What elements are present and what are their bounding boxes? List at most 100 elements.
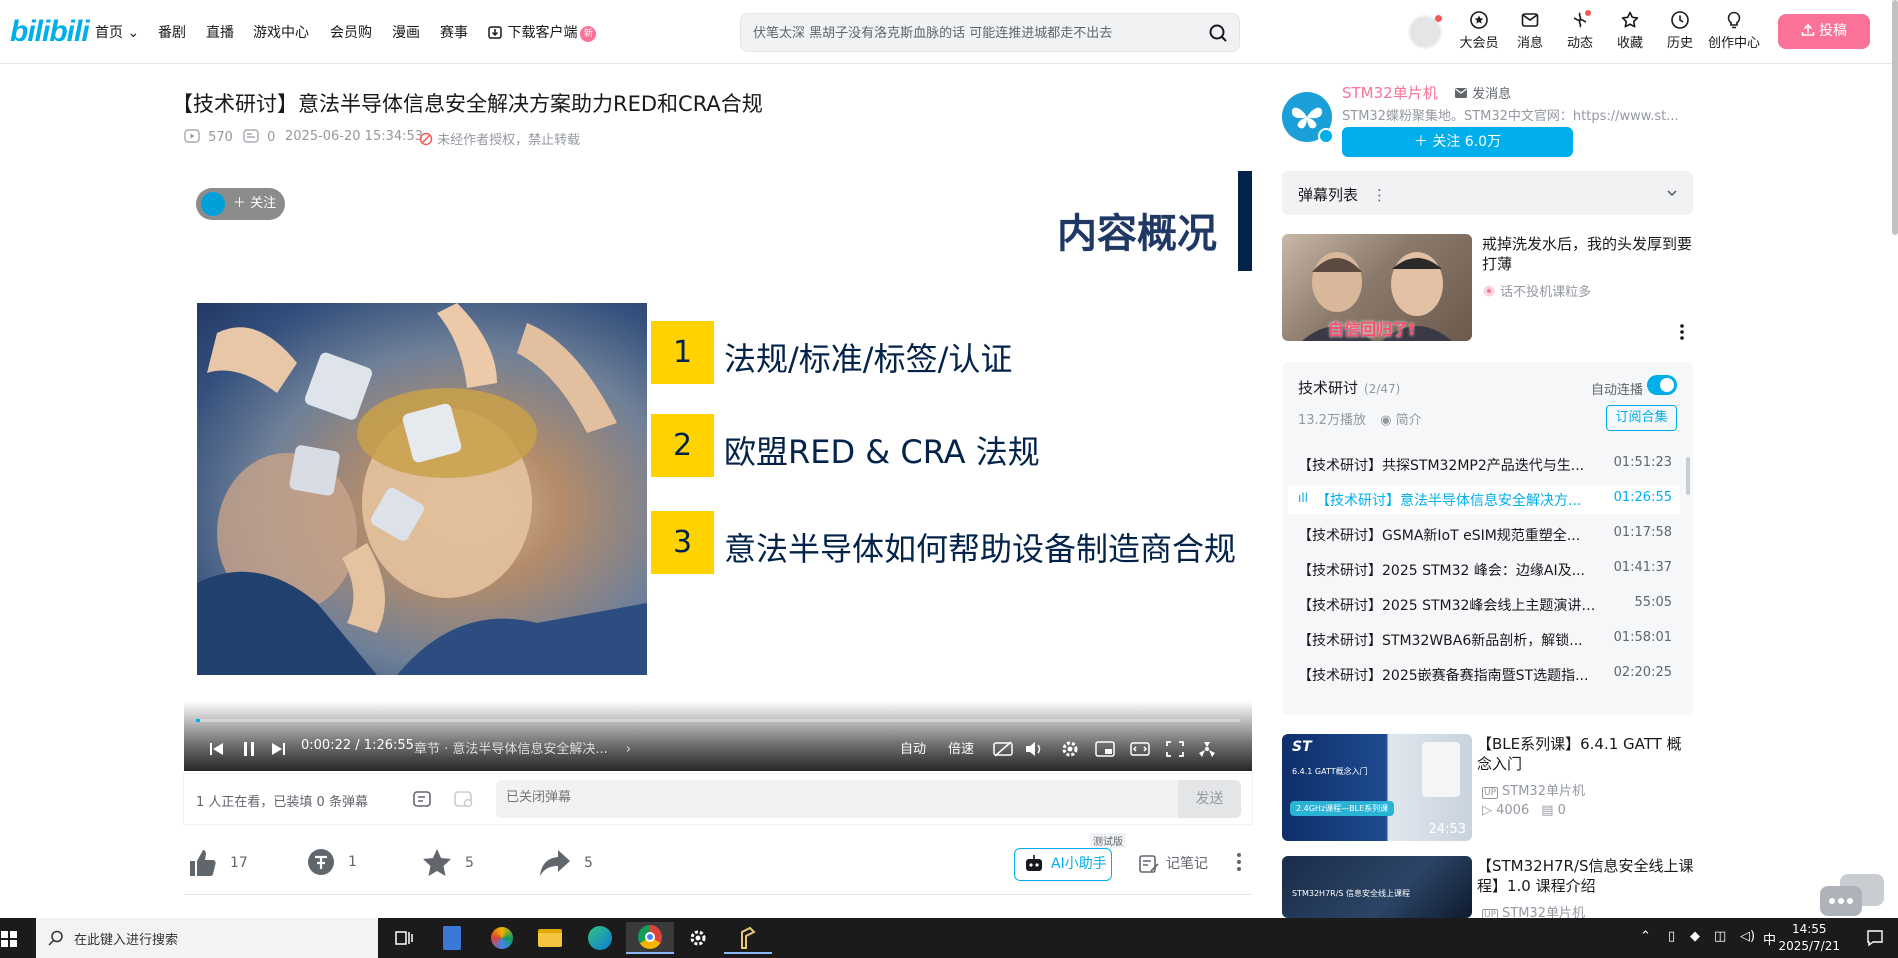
- video-player[interactable]: 内容概况 1 法规/标准/标签/认证 2 欧盟RED & CRA 法规 3 意法…: [184, 171, 1252, 771]
- upload-button[interactable]: 投稿: [1778, 14, 1870, 49]
- send-message-button[interactable]: 发消息: [1454, 83, 1511, 102]
- user-avatar[interactable]: [1408, 15, 1442, 49]
- edge-icon[interactable]: [576, 922, 624, 954]
- danmaku-list-panel[interactable]: 弹幕列表 ⋮: [1282, 171, 1693, 215]
- recommend-thumbnail[interactable]: 自信回归了!: [1282, 234, 1472, 341]
- nav-home[interactable]: 首页 ⌄: [95, 22, 139, 42]
- settings-icon[interactable]: [1059, 739, 1081, 759]
- bilibili-logo[interactable]: bilibili: [10, 15, 90, 49]
- recommend-title[interactable]: 【BLE系列课】6.4.1 GATT 概念入门: [1477, 734, 1694, 774]
- speed-button[interactable]: 倍速: [948, 738, 974, 757]
- player-control-bar: [184, 701, 1252, 771]
- episode-item[interactable]: 【技术研讨】共探STM32MP2产品迭代与生... 01:51:23: [1288, 450, 1680, 479]
- uploader-name[interactable]: STM32单片机: [1342, 82, 1438, 103]
- header-vip[interactable]: 大会员: [1454, 10, 1504, 51]
- taskbar-search[interactable]: 在此键入进行搜索: [36, 918, 378, 958]
- fullscreen-icon[interactable]: [1164, 739, 1186, 759]
- more-options-button[interactable]: [1233, 850, 1257, 884]
- header-history[interactable]: 历史: [1655, 10, 1705, 51]
- episode-item[interactable]: 【技术研讨】2025嵌赛备赛指南暨ST选题指... 02:20:25: [1288, 660, 1680, 689]
- chevron-down-icon[interactable]: [1665, 186, 1679, 200]
- autoplay-toggle[interactable]: [1647, 375, 1677, 395]
- episode-item[interactable]: 【技术研讨】STM32WBA6新品剖析，解锁... 01:58:01: [1288, 625, 1680, 654]
- windows-start-icon[interactable]: [0, 930, 18, 948]
- nav-download-client[interactable]: 下载客户端新: [487, 22, 597, 42]
- ai-assistant-button[interactable]: AI小助手: [1014, 848, 1112, 881]
- player-follow-button[interactable]: ＋ 关注: [196, 188, 285, 220]
- nav-live[interactable]: 直播: [206, 22, 234, 42]
- uploader-description: STM32蝶粉聚集地。STM32中文官网：https://www.st...: [1342, 109, 1679, 124]
- view-count: 570: [184, 129, 233, 145]
- vertical-dots-icon[interactable]: [1676, 322, 1688, 342]
- danmaku-off-icon[interactable]: [992, 739, 1014, 759]
- uploader-avatar[interactable]: [1282, 92, 1334, 144]
- subscribe-collection-button[interactable]: 订阅合集: [1606, 405, 1677, 431]
- file-explorer-icon[interactable]: [526, 922, 574, 954]
- tray-security-icon[interactable]: ◆: [1690, 929, 1700, 944]
- recommend-stats: ▷ 4006 ▤ 0: [1482, 803, 1566, 818]
- share-button[interactable]: 5: [538, 847, 593, 881]
- pause-icon[interactable]: [238, 739, 260, 759]
- episode-item-active[interactable]: ıll 【技术研讨】意法半导体信息安全解决方... 01:26:55: [1288, 485, 1680, 514]
- danmaku-settings-icon[interactable]: [453, 788, 475, 810]
- taskbar-clock[interactable]: 14:55 2025/7/21: [1778, 921, 1840, 955]
- recommend-thumbnail[interactable]: STM32H7R/S 信息安全线上课程: [1282, 856, 1472, 918]
- notification-center-icon[interactable]: [1866, 929, 1884, 947]
- intro-link[interactable]: ◉ 简介: [1380, 413, 1422, 428]
- pip-icon[interactable]: [1094, 739, 1116, 759]
- header-creator-center[interactable]: 创作中心: [1706, 10, 1762, 51]
- new-badge: 新: [580, 26, 597, 42]
- settings-gear-icon[interactable]: [674, 922, 722, 954]
- coin-icon: [308, 849, 334, 875]
- episode-item[interactable]: 【技术研讨】GSMA新IoT eSIM规范重塑全... 01:17:58: [1288, 520, 1680, 549]
- progress-bar[interactable]: [196, 719, 1240, 722]
- danmaku-send-button[interactable]: 发送: [1178, 780, 1241, 818]
- search-button[interactable]: [1205, 20, 1231, 46]
- widescreen-icon[interactable]: [1129, 739, 1151, 759]
- volume-icon[interactable]: [1023, 739, 1045, 759]
- danmaku-input[interactable]: [506, 790, 1006, 805]
- recommend-thumbnail[interactable]: ST 6.4.1 GATT概念入门 2.4GHz课程—BLE系列课 24:53: [1282, 734, 1472, 841]
- calculator-icon[interactable]: [428, 922, 476, 954]
- nav-bangumi[interactable]: 番剧: [158, 22, 186, 42]
- page-scrollbar[interactable]: [1892, 0, 1898, 235]
- app-icon[interactable]: [724, 922, 772, 954]
- header-dynamic[interactable]: 动态: [1555, 10, 1605, 51]
- episode-item[interactable]: 【技术研讨】2025 STM32峰会线上主题演讲直... 55:05: [1288, 590, 1680, 619]
- recommend-author[interactable]: 话不投机课粒多: [1482, 281, 1591, 300]
- nav-esports[interactable]: 赛事: [440, 22, 468, 42]
- previous-icon[interactable]: [206, 739, 228, 759]
- nav-manga[interactable]: 漫画: [392, 22, 420, 42]
- nav-mall[interactable]: 会员购: [330, 22, 372, 42]
- ime-indicator[interactable]: 中: [1763, 929, 1776, 948]
- menu-dots-icon[interactable]: ⋮: [1372, 186, 1387, 204]
- favorite-button[interactable]: 5: [421, 847, 474, 881]
- tray-network-icon[interactable]: ◫: [1714, 929, 1726, 944]
- recommend-title[interactable]: 戒掉洗发水后，我的头发厚到要打薄: [1482, 234, 1694, 274]
- notes-button[interactable]: 记笔记: [1138, 853, 1208, 887]
- header-favorites[interactable]: 收藏: [1605, 10, 1655, 51]
- chrome-icon[interactable]: [626, 922, 674, 954]
- chapter-label[interactable]: 章节 · 意法半导体信息安全解决... ›: [414, 738, 631, 757]
- recommend-author[interactable]: UP STM32单片机: [1482, 780, 1585, 799]
- recommend-author[interactable]: UP STM32单片机: [1482, 902, 1585, 918]
- more-settings-icon[interactable]: [1196, 739, 1218, 759]
- quality-button[interactable]: 自动: [900, 738, 926, 757]
- tray-volume-icon[interactable]: ◁): [1740, 929, 1755, 944]
- tray-usb-icon[interactable]: ▯: [1668, 929, 1675, 944]
- nav-game-center[interactable]: 游戏中心: [253, 22, 309, 42]
- follow-button[interactable]: ＋ 关注 6.0万: [1342, 127, 1573, 157]
- danmaku-toggle-icon[interactable]: [412, 788, 434, 810]
- collection-scrollbar[interactable]: [1686, 457, 1690, 495]
- task-view-icon[interactable]: [380, 922, 428, 954]
- header-messages[interactable]: 消息: [1505, 10, 1555, 51]
- tray-chevron-icon[interactable]: ⌃: [1640, 929, 1651, 944]
- search-input[interactable]: [753, 22, 1193, 44]
- next-icon[interactable]: [267, 739, 289, 759]
- floating-chat-icon[interactable]: [1818, 872, 1888, 918]
- recommend-title[interactable]: 【STM32H7R/S信息安全线上课程】1.0 课程介绍: [1477, 856, 1694, 896]
- paint-icon[interactable]: [478, 922, 526, 954]
- coin-button[interactable]: 1: [306, 847, 357, 881]
- episode-item[interactable]: 【技术研讨】2025 STM32 峰会：边缘AI及... 01:41:37: [1288, 555, 1680, 584]
- like-button[interactable]: 17: [186, 847, 248, 881]
